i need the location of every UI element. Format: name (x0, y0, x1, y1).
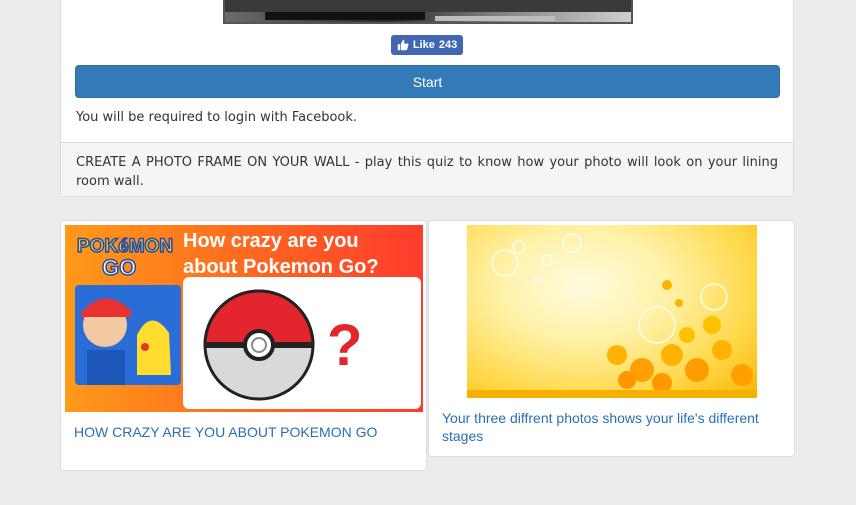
like-label: Like (412, 39, 435, 51)
headline-line-2: about Pokemon Go? (183, 256, 379, 278)
ground-band (467, 390, 757, 398)
quiz-detail-card: Like 243 Start You will be required to l… (60, 0, 794, 197)
pokeball-icon (203, 289, 315, 401)
facebook-like-button[interactable]: Like 243 (391, 35, 463, 55)
login-note: You will be required to login with Faceb… (76, 110, 358, 125)
quiz-card-pokemon[interactable]: POKéMON GO How crazy are you about Pokem… (60, 220, 427, 471)
bubbles (491, 233, 728, 344)
life-stages-quiz-title[interactable]: Your three diffrent photos shows your li… (442, 409, 782, 445)
trainer-jacket (87, 350, 125, 385)
headline-line-1: How crazy are you (183, 230, 359, 252)
pikachu-cheek (141, 343, 149, 351)
question-mark: ? (327, 313, 362, 378)
pokemon-quiz-title[interactable]: HOW CRAZY ARE YOU ABOUT POKEMON GO (74, 423, 414, 441)
flowers-bubbles-artwork (467, 233, 757, 398)
flower-cluster (607, 280, 753, 393)
hero-rug (435, 16, 555, 21)
thumbs-up-icon (397, 39, 409, 51)
like-count: 243 (438, 39, 458, 51)
quiz-card-life-stages[interactable]: Your three diffrent photos shows your li… (428, 220, 795, 457)
hero-sofa (265, 12, 425, 20)
pokemon-logo-text: POKéMON (77, 236, 173, 257)
start-button[interactable]: Start (75, 65, 780, 98)
go-logo-text: GO (102, 255, 136, 280)
quiz-description: CREATE A PHOTO FRAME ON YOUR WALL - play… (61, 142, 793, 196)
life-stages-thumbnail[interactable] (467, 225, 757, 398)
quiz-hero-image (223, 0, 633, 24)
pokemon-quiz-thumbnail[interactable]: POKéMON GO How crazy are you about Pokem… (65, 225, 423, 412)
pokemon-quiz-artwork: POKéMON GO How crazy are you about Pokem… (75, 230, 421, 409)
